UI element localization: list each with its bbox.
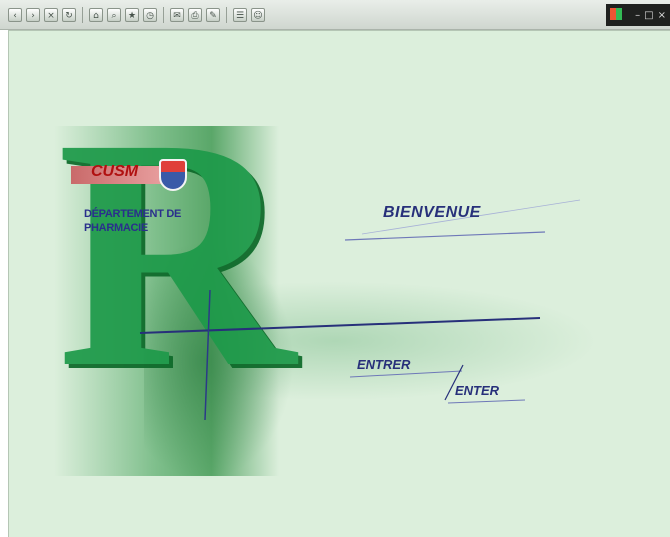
toolbar-separator [226, 6, 227, 23]
search-button[interactable]: ⌕ [107, 7, 121, 22]
home-button[interactable]: ⌂ [89, 7, 103, 22]
department-title: DÉPARTEMENT DE PHARMACIE [84, 207, 181, 235]
forward-button[interactable]: › [26, 7, 40, 22]
mail-button[interactable]: ✉ [170, 7, 184, 22]
splash-page: R CUSM DÉPARTEMENT DE PHARMACIE [8, 30, 670, 537]
discuss-button[interactable]: ☰ [233, 7, 247, 22]
refresh-button[interactable]: ↻ [62, 7, 76, 22]
back-button[interactable]: ‹ [8, 7, 22, 22]
window-controls: – □ × [606, 4, 670, 26]
enter-link-en[interactable]: ENTER [455, 383, 499, 398]
minimize-icon[interactable]: – [635, 10, 640, 21]
enter-link-fr[interactable]: ENTRER [357, 357, 410, 372]
department-line-1: DÉPARTEMENT DE [84, 208, 182, 220]
history-button[interactable]: ◷ [143, 7, 157, 22]
print-button[interactable]: ⎙ [188, 7, 202, 22]
edit-button[interactable]: ✎ [206, 7, 220, 22]
welcome-title: BIENVENUE [383, 204, 481, 221]
toolbar-separator [82, 6, 83, 23]
department-line-2: PHARMACIE [84, 222, 148, 234]
windows-logo-icon [610, 8, 622, 20]
close-icon[interactable]: × [658, 10, 666, 21]
maximize-icon[interactable]: □ [644, 10, 653, 21]
shield-icon [159, 159, 187, 191]
toolbar-separator [163, 6, 164, 23]
messenger-button[interactable]: ☺ [251, 7, 265, 22]
toolbar-buttons: ‹ › × ↻ ⌂ ⌕ ★ ◷ ✉ ⎙ ✎ ☰ ☺ [6, 6, 267, 23]
logo-letter-r: R [57, 71, 296, 436]
cusm-logo-text: CUSM [91, 163, 139, 180]
browser-toolbar: ‹ › × ↻ ⌂ ⌕ ★ ◷ ✉ ⎙ ✎ ☰ ☺ – □ × [0, 0, 670, 30]
stop-button[interactable]: × [44, 7, 58, 22]
favorites-button[interactable]: ★ [125, 7, 139, 22]
